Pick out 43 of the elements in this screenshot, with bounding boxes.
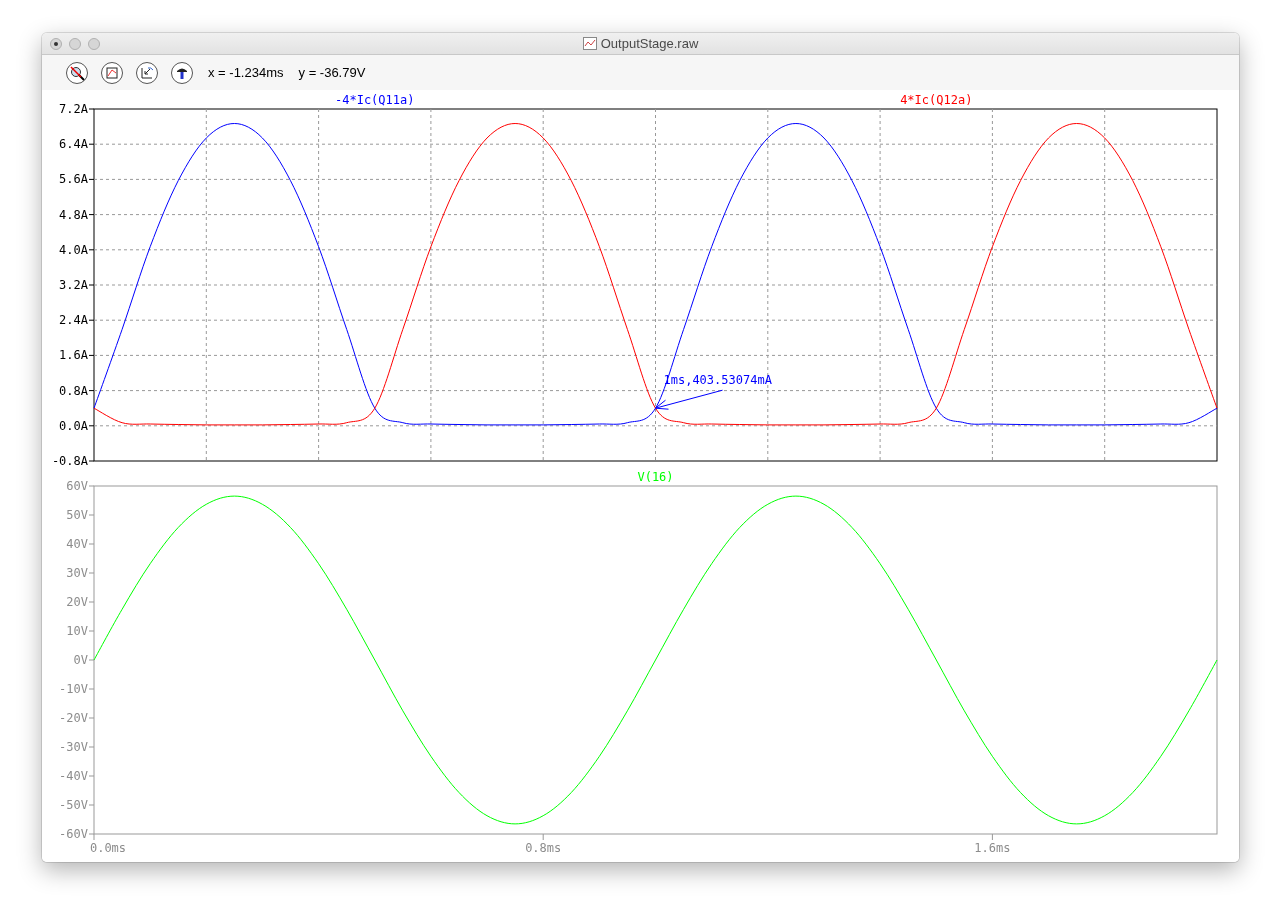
y-axis-label: -60V xyxy=(59,827,88,841)
close-button[interactable] xyxy=(50,37,62,50)
y-axis-label: 4.0A xyxy=(59,242,88,257)
annotation-arrow xyxy=(655,389,723,410)
y-axis-label: 10V xyxy=(66,624,88,638)
y-axis-label: 2.4A xyxy=(59,313,88,328)
y-axis-label: 7.2A xyxy=(59,102,88,116)
y-axis-label: -0.8A xyxy=(51,454,88,468)
autorange-button[interactable] xyxy=(101,61,123,84)
cursor-x-readout: x = -1.234ms xyxy=(208,65,284,80)
y-axis-label: 1.6A xyxy=(59,348,88,363)
y-axis-label: 5.6A xyxy=(59,172,88,187)
cursor-y-readout: y = -36.79V xyxy=(298,65,366,80)
y-axis-label: -30V xyxy=(59,740,88,754)
y-axis-label: 4.8A xyxy=(59,207,88,222)
y-axis-label: 30V xyxy=(66,566,88,580)
magnifier-icon xyxy=(69,64,85,81)
graph-arrow-icon xyxy=(140,65,154,80)
y-axis-label: 20V xyxy=(66,595,88,609)
y-axis-label: -10V xyxy=(59,682,88,696)
y-axis-label: 3.2A xyxy=(59,278,88,292)
x-axis-label: 1.6ms xyxy=(974,841,1011,855)
y-axis-label: 0V xyxy=(73,653,88,667)
x-axis-label: 0.8ms xyxy=(525,841,562,855)
y-axis-label: 40V xyxy=(66,537,88,551)
x-axis-label: 0.0ms xyxy=(89,841,127,855)
y-axis-label: 60V xyxy=(66,479,88,493)
y-axis-label: 0.8A xyxy=(59,383,88,398)
y-axis-label: 0.0A xyxy=(59,418,88,433)
document-icon xyxy=(582,37,597,50)
y-axis-label: 50V xyxy=(66,508,88,522)
frame-icon xyxy=(105,65,119,80)
probe-button[interactable] xyxy=(171,61,193,84)
zoom-back-button[interactable] xyxy=(136,61,158,84)
zoom-cancel-button[interactable] xyxy=(66,61,88,84)
y-axis-label: 6.4A xyxy=(59,137,88,152)
y-axis-label: -50V xyxy=(59,798,88,812)
y-axis-label: -40V xyxy=(59,769,88,783)
cursor-annotation: 1ms,403.53074mA xyxy=(663,373,772,388)
window-title: OutputStage.raw xyxy=(600,36,699,51)
trace-label[interactable]: -4*Ic(Q11a) xyxy=(335,93,415,107)
trace-label[interactable]: 4*Ic(Q12a) xyxy=(900,93,973,107)
y-axis-label: -20V xyxy=(59,711,88,725)
